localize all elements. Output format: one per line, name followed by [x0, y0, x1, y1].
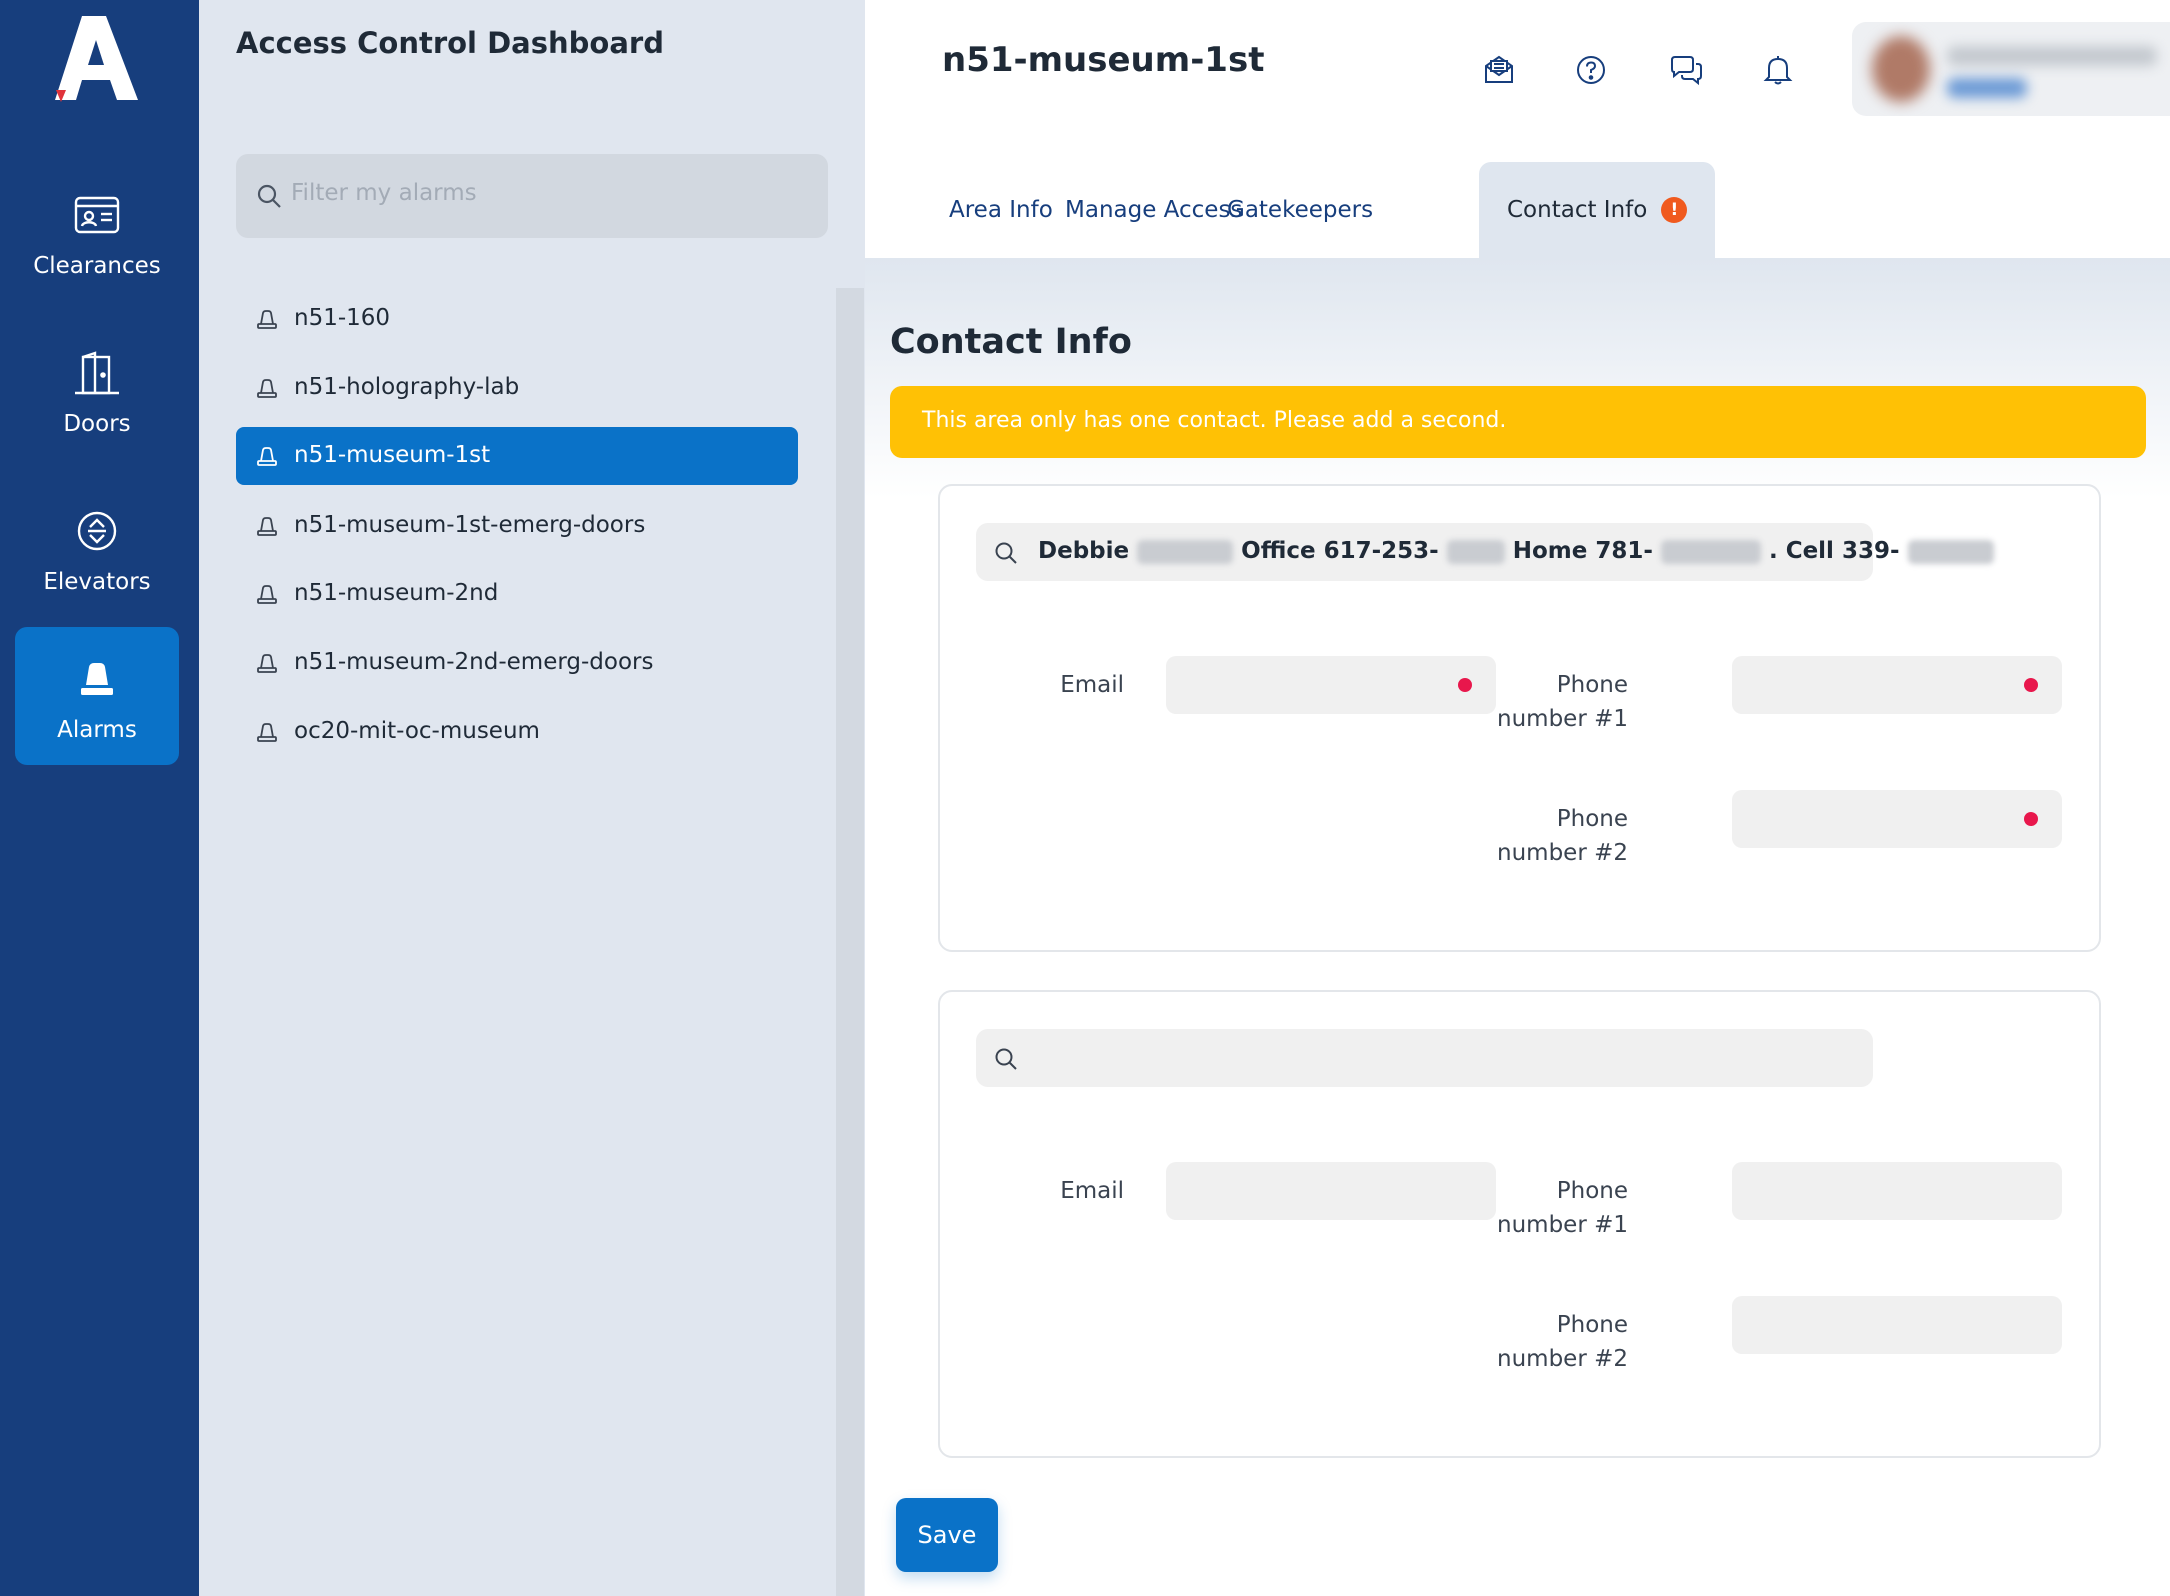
alarm-icon — [256, 379, 278, 403]
left-nav-rail: Clearances Doors Elevators Alarms — [0, 0, 199, 1596]
contact-card-1: Debbie Office 617-253- Home 781- . Cell … — [938, 484, 2101, 952]
alarm-icon — [256, 723, 278, 747]
elevator-icon — [15, 507, 179, 555]
alarm-label: n51-160 — [294, 305, 391, 331]
tab-label: Gatekeepers — [1227, 197, 1374, 223]
panel-title: Access Control Dashboard — [236, 26, 664, 60]
alarm-label: n51-museum-2nd — [294, 580, 499, 606]
tab-label: Contact Info — [1507, 197, 1648, 223]
nav-clearances-label: Clearances — [33, 253, 161, 279]
main-content: n51-museum-1st Area Info Manage Access G… — [865, 0, 2170, 1596]
alarm-icon — [256, 517, 278, 541]
nav-doors-label: Doors — [63, 411, 131, 437]
nav-alarms-label: Alarms — [57, 717, 137, 743]
alarm-label: n51-museum-1st-emerg-doors — [294, 512, 646, 538]
alarm-item[interactable]: n51-museum-2nd — [236, 565, 798, 623]
alarm-label: n51-holography-lab — [294, 374, 520, 400]
help-icon[interactable] — [1571, 50, 1611, 90]
door-icon — [15, 349, 179, 397]
alarm-label: n51-museum-1st — [294, 442, 491, 468]
alarm-item[interactable]: oc20-mit-oc-museum — [236, 703, 798, 761]
alarm-item[interactable]: n51-holography-lab — [236, 359, 798, 417]
tab-gatekeepers[interactable]: Gatekeepers — [1199, 162, 1401, 258]
search-icon — [256, 183, 282, 213]
alarm-icon — [256, 654, 278, 678]
alarm-icon — [15, 655, 179, 703]
redacted-text — [1907, 539, 1994, 564]
user-profile-card[interactable] — [1852, 22, 2170, 116]
phone2-field[interactable] — [1732, 1296, 2062, 1354]
search-icon — [994, 1047, 1018, 1075]
nav-clearances[interactable]: Clearances — [15, 163, 179, 301]
email-label: Email — [1060, 672, 1124, 698]
required-indicator — [2024, 678, 2038, 692]
section-title: Contact Info — [890, 322, 1132, 362]
app-logo[interactable] — [52, 10, 144, 102]
redacted-text — [1660, 539, 1761, 564]
save-button[interactable]: Save — [896, 1498, 998, 1572]
contact-search-value: Debbie Office 617-253- Home 781- . Cell … — [1038, 538, 1994, 564]
user-name-redacted — [1947, 46, 2157, 66]
contact-search-input[interactable]: Debbie Office 617-253- Home 781- . Cell … — [976, 523, 1994, 581]
chat-icon[interactable] — [1666, 50, 1706, 90]
contact-search-input[interactable] — [976, 1029, 1873, 1087]
filter-placeholder: Filter my alarms — [291, 180, 477, 206]
required-indicator — [2024, 812, 2038, 826]
alarm-list-panel: Access Control Dashboard Filter my alarm… — [199, 0, 865, 1596]
panel-scrollbar[interactable] — [836, 288, 864, 1596]
alarm-icon — [256, 585, 278, 609]
alarm-label: oc20-mit-oc-museum — [294, 718, 540, 744]
contact-card-2: Email Phone number #1 Phone number #2 — [938, 990, 2101, 1458]
phone2-field[interactable] — [1732, 790, 2062, 848]
mail-icon[interactable] — [1479, 50, 1519, 90]
user-role-redacted — [1947, 78, 2027, 98]
warning-icon: ! — [1661, 197, 1688, 223]
alarm-item[interactable]: n51-museum-1st-emerg-doors — [236, 497, 798, 555]
alarm-icon — [256, 447, 278, 471]
nav-alarms[interactable]: Alarms — [15, 627, 179, 765]
phone1-label: Phone number #1 — [1497, 672, 1628, 732]
redacted-text — [1446, 539, 1505, 564]
filter-alarms-input[interactable]: Filter my alarms — [236, 154, 828, 238]
id-card-icon — [15, 191, 179, 239]
alarm-icon — [256, 310, 278, 334]
phone1-field[interactable] — [1732, 656, 2062, 714]
nav-elevators[interactable]: Elevators — [15, 479, 179, 617]
email-field[interactable] — [1166, 1162, 1496, 1220]
email-field[interactable] — [1166, 656, 1496, 714]
alarm-item[interactable]: n51-160 — [236, 290, 798, 348]
nav-elevators-label: Elevators — [43, 569, 151, 595]
redacted-text — [1137, 539, 1234, 564]
alarm-item-selected[interactable]: n51-museum-1st — [236, 427, 798, 485]
phone1-label: Phone number #1 — [1497, 1178, 1628, 1238]
phone2-label: Phone number #2 — [1497, 1312, 1628, 1372]
alarm-label: n51-museum-2nd-emerg-doors — [294, 649, 654, 675]
alarm-item[interactable]: n51-museum-2nd-emerg-doors — [236, 634, 798, 692]
single-contact-alert: This area only has one contact. Please a… — [890, 386, 2146, 458]
phone1-field[interactable] — [1732, 1162, 2062, 1220]
search-icon — [994, 541, 1018, 569]
content-background — [865, 258, 2170, 498]
bell-icon[interactable] — [1758, 50, 1798, 90]
phone2-label: Phone number #2 — [1497, 806, 1628, 866]
email-label: Email — [1060, 1178, 1124, 1204]
nav-doors[interactable]: Doors — [15, 321, 179, 459]
avatar — [1872, 36, 1930, 102]
tab-contact-info[interactable]: Contact Info ! — [1479, 162, 1716, 258]
page-title: n51-museum-1st — [942, 40, 1265, 80]
